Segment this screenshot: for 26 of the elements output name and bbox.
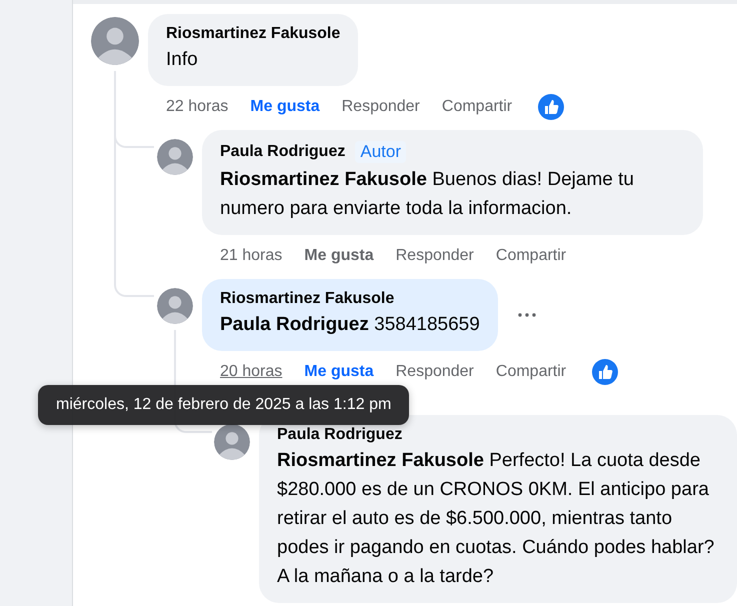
comment-text: Riosmartinez Fakusole Buenos dias! Dejame tu numero para enviarte toda la informacion. — [220, 168, 635, 221]
like-link[interactable]: Me gusta — [304, 247, 374, 265]
like-reaction-icon[interactable] — [592, 359, 618, 385]
comment-text: Info — [166, 48, 199, 72]
like-link[interactable]: Me gusta — [304, 363, 374, 381]
reply-link[interactable]: Responder — [342, 98, 420, 116]
share-link[interactable]: Compartir — [442, 98, 512, 116]
timestamp-link[interactable]: 21 horas — [220, 247, 282, 265]
author-name[interactable]: Paula Rodriguez — [220, 143, 346, 161]
reply-link[interactable]: Responder — [396, 363, 474, 381]
like-link[interactable]: Me gusta — [250, 98, 320, 116]
more-options-icon[interactable] — [518, 313, 536, 317]
comment-text: Riosmartinez Fakusole Perfecto! La cuota desde $280.000 es de un CRONOS 0KM. El anticipo para retirar el auto es de $6.500.000, mientras tanto podes ir pagando en cuotas. Cuándo podes hablar? A la mañana o a la tarde? — [277, 449, 716, 589]
timestamp-link[interactable]: 20 horas — [220, 363, 282, 381]
comment-text: Paula Rodriguez 3584185659 — [220, 313, 480, 337]
like-reaction-icon[interactable] — [538, 94, 564, 120]
reply-link[interactable]: Responder — [396, 247, 474, 265]
date-tooltip: miércoles, 12 de febrero de 2025 a las 1:12 pm — [38, 385, 410, 425]
author-badge: Autor — [355, 141, 406, 163]
share-link[interactable]: Compartir — [496, 247, 566, 265]
author-name[interactable]: Paula Rodriguez — [277, 426, 402, 444]
avatar[interactable] — [214, 424, 250, 460]
share-link[interactable]: Compartir — [496, 363, 566, 381]
author-name[interactable]: Riosmartinez Fakusole — [166, 25, 340, 43]
timestamp-link[interactable]: 22 horas — [166, 98, 228, 116]
author-name[interactable]: Riosmartinez Fakusole — [220, 290, 394, 308]
